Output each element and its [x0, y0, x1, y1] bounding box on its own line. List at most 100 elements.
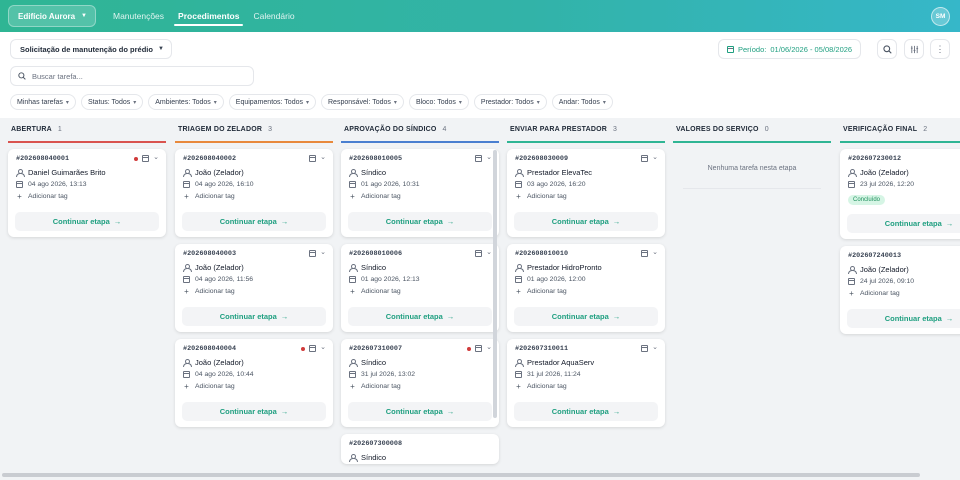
calendar-icon[interactable] — [641, 155, 649, 162]
calendar-icon[interactable] — [641, 250, 649, 257]
column-cards: #202608040002 ⌄ João (Zelador) 04 ago 2026,… — [175, 143, 333, 427]
chevron-down-icon[interactable]: ⌄ — [153, 153, 159, 161]
filter-chip-6[interactable]: Prestador: Todos ▾ — [473, 94, 547, 110]
card-actions: ⌄ — [309, 248, 326, 257]
chevron-down-icon[interactable]: ⌄ — [652, 153, 658, 161]
column-scrollbar[interactable] — [493, 150, 497, 418]
calendar-icon[interactable] — [309, 345, 317, 352]
arrow-right-icon: → — [280, 312, 289, 321]
add-tag-button[interactable]: + Adicionar tag — [848, 289, 960, 298]
continue-step-button[interactable]: Continuar etapa → — [182, 307, 326, 326]
task-card[interactable]: #202608040004 ⌄ João (Zelador) 04 ago 2026,… — [175, 339, 333, 427]
chevron-down-icon[interactable]: ⌄ — [486, 248, 492, 256]
filter-chip-label: Prestador: Todos — [480, 98, 534, 106]
columns-button[interactable] — [904, 39, 924, 59]
calendar-icon[interactable] — [475, 250, 483, 257]
continue-step-button[interactable]: Continuar etapa → — [182, 402, 326, 421]
filter-chip-4[interactable]: Responsável: Todos ▾ — [321, 94, 404, 110]
add-tag-button[interactable]: + Adicionar tag — [16, 192, 159, 201]
add-tag-button[interactable]: + Adicionar tag — [349, 382, 492, 391]
continue-step-button[interactable]: Continuar etapa → — [847, 309, 960, 328]
nav-link-2[interactable]: Calendário — [246, 0, 301, 32]
task-card[interactable]: #202608010006 ⌄ Síndico 01 ago 2026, 12:13 +… — [341, 244, 499, 332]
filter-chip-7[interactable]: Andar: Todos ▾ — [551, 94, 613, 110]
chevron-down-icon[interactable]: ⌄ — [320, 248, 326, 256]
calendar-icon[interactable] — [641, 345, 649, 352]
add-tag-label: Adicionar tag — [28, 193, 68, 200]
filter-chip-2[interactable]: Ambientes: Todos ▾ — [148, 94, 224, 110]
date-row: 24 jul 2026, 09:10 — [848, 278, 960, 285]
board-scrollbar[interactable] — [2, 473, 920, 477]
task-card[interactable]: #202608010010 ⌄ Prestador HidroPronto 01 ag… — [507, 244, 665, 332]
search-button[interactable] — [877, 39, 897, 59]
continue-step-button[interactable]: Continuar etapa → — [514, 402, 658, 421]
nav-link-0[interactable]: Manutenções — [106, 0, 171, 32]
continue-step-button[interactable]: Continuar etapa → — [847, 214, 960, 233]
add-tag-button[interactable]: + Adicionar tag — [183, 287, 326, 296]
task-card[interactable]: #202607310011 ⌄ Prestador AquaServ 31 jul 2… — [507, 339, 665, 427]
continue-step-button[interactable]: Continuar etapa → — [348, 307, 492, 326]
add-tag-button[interactable]: + Adicionar tag — [515, 382, 658, 391]
user-icon — [183, 359, 192, 367]
continue-step-button[interactable]: Continuar etapa → — [348, 212, 492, 231]
date-row: 23 jul 2026, 12:20 — [848, 181, 960, 188]
continue-step-button[interactable]: Continuar etapa → — [514, 307, 658, 326]
chevron-down-icon[interactable]: ⌄ — [486, 153, 492, 161]
task-card[interactable]: #202608040002 ⌄ João (Zelador) 04 ago 2026,… — [175, 149, 333, 237]
search-icon — [18, 72, 26, 80]
continue-step-button[interactable]: Continuar etapa → — [182, 212, 326, 231]
calendar-icon[interactable] — [142, 155, 150, 162]
continue-step-button[interactable]: Continuar etapa → — [15, 212, 159, 231]
chevron-down-icon[interactable]: ⌄ — [320, 153, 326, 161]
filter-chip-0[interactable]: Minhas tarefas ▾ — [10, 94, 76, 110]
task-card[interactable]: #202608040003 ⌄ João (Zelador) 04 ago 2026,… — [175, 244, 333, 332]
period-picker[interactable]: Período: 01/06/2026 - 05/08/2026 — [718, 39, 862, 59]
avatar[interactable]: SM — [931, 7, 950, 26]
assignee-name: Síndico — [361, 263, 387, 272]
task-card[interactable]: #202607240013⌄João (Zelador)24 jul 2026,… — [840, 246, 960, 334]
filter-chip-1[interactable]: Status: Todos ▾ — [80, 94, 144, 110]
continue-step-button[interactable]: Continuar etapa → — [348, 402, 492, 421]
add-tag-button[interactable]: + Adicionar tag — [349, 192, 492, 201]
task-card[interactable]: #202607310007 ⌄ Síndico 31 jul 2026, 13:02 +… — [341, 339, 499, 427]
task-card[interactable]: #202608040001 ⌄ Daniel Guimarães Brito 04 a… — [8, 149, 166, 237]
chevron-down-icon[interactable]: ⌄ — [652, 343, 658, 351]
add-tag-label: Adicionar tag — [527, 288, 567, 295]
assignee-row: Prestador HidroPronto — [515, 263, 658, 272]
task-card[interactable]: #202607230012⌄João (Zelador)23 jul 2026,… — [840, 149, 960, 239]
kanban-column: TRIAGEM DO ZELADOR 3 #202608040002 ⌄ João (Z… — [175, 118, 333, 468]
add-tag-button[interactable]: + Adicionar tag — [183, 382, 326, 391]
chevron-down-icon[interactable]: ⌄ — [486, 343, 492, 351]
continue-step-button[interactable]: Continuar etapa → — [514, 212, 658, 231]
chevron-down-icon[interactable]: ⌄ — [320, 343, 326, 351]
search-box[interactable] — [10, 66, 254, 86]
task-card[interactable]: #202608010005 ⌄ Síndico 01 ago 2026, 10:31 +… — [341, 149, 499, 237]
task-id: #202608040002 — [183, 155, 237, 163]
add-tag-button[interactable]: + Adicionar tag — [515, 192, 658, 201]
add-tag-button[interactable]: + Adicionar tag — [515, 287, 658, 296]
filter-chip-5[interactable]: Bloco: Todos ▾ — [408, 94, 469, 110]
more-options-button[interactable]: ⋮ — [930, 39, 950, 59]
search-icon — [882, 44, 892, 54]
date-row: 31 jul 2026, 11:24 — [515, 371, 658, 378]
empty-state: Nenhuma tarefa nesta etapa — [683, 149, 821, 189]
calendar-icon[interactable] — [309, 250, 317, 257]
user-icon — [16, 169, 25, 177]
task-date: 01 ago 2026, 12:13 — [361, 276, 420, 283]
column-header: ABERTURA 1 — [8, 118, 166, 143]
task-card[interactable]: #202608030009 ⌄ Prestador ElevaTec 03 ago 2… — [507, 149, 665, 237]
chevron-down-icon: ▾ — [305, 99, 309, 106]
procedure-select[interactable]: Solicitação de manutenção do prédio ▼ — [10, 39, 172, 59]
calendar-icon[interactable] — [475, 155, 483, 162]
nav-link-1[interactable]: Procedimentos — [171, 0, 246, 32]
calendar-icon[interactable] — [309, 155, 317, 162]
add-tag-button[interactable]: + Adicionar tag — [349, 287, 492, 296]
add-tag-button[interactable]: + Adicionar tag — [183, 192, 326, 201]
calendar-icon[interactable] — [475, 345, 483, 352]
task-card[interactable]: #202607300008 Síndico — [341, 434, 499, 464]
chevron-down-icon[interactable]: ⌄ — [652, 248, 658, 256]
kanban-column: APROVAÇÃO DO SÍNDICO 4 #202608010005 ⌄ Síndi… — [341, 118, 499, 468]
search-input[interactable] — [32, 71, 232, 81]
filter-chip-3[interactable]: Equipamentos: Todos ▾ — [228, 94, 316, 110]
building-selector[interactable]: Edifício Aurora ▼ — [8, 5, 96, 27]
